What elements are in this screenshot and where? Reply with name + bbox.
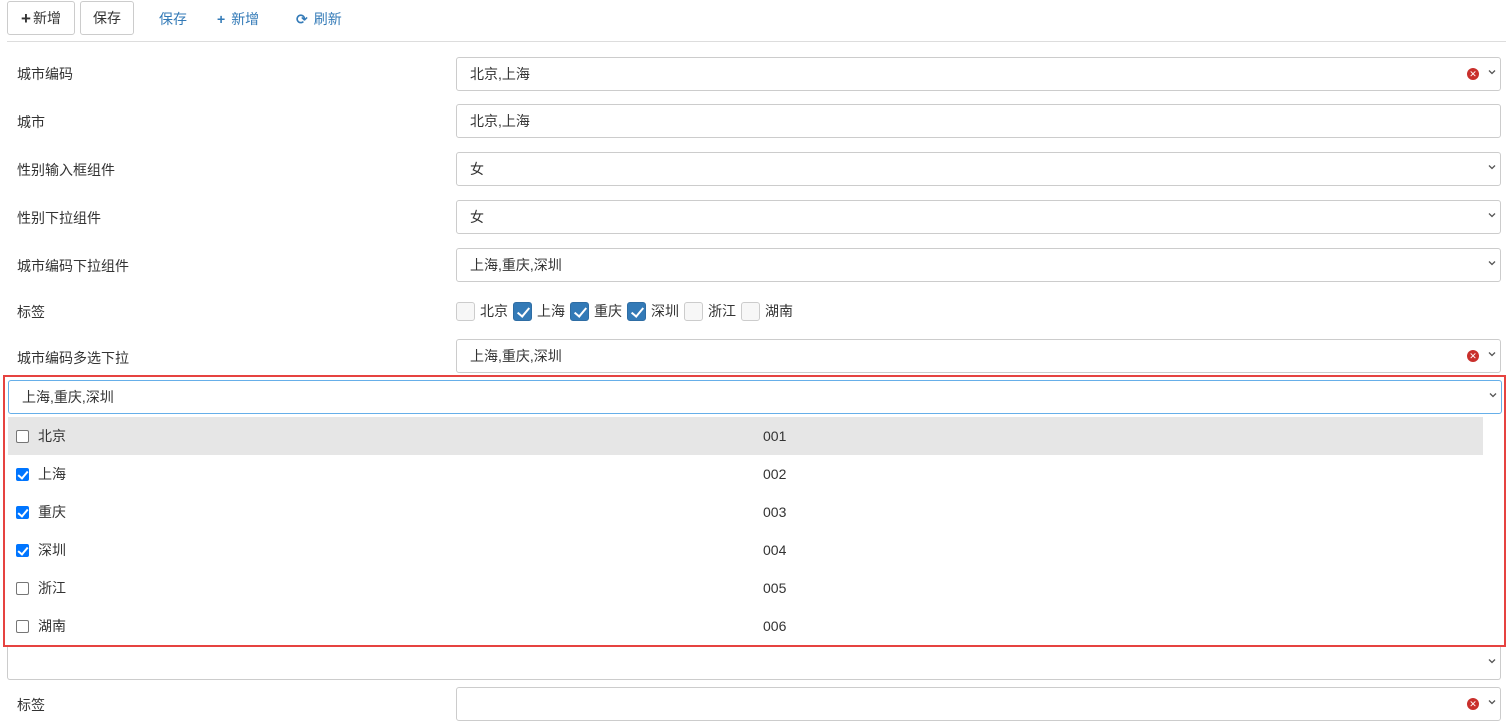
city-value: 北京,上海 [470,113,530,129]
item-name: 湖南 [38,618,66,634]
refresh-icon: ⟳ [296,10,308,27]
item-checkbox[interactable] [16,429,29,443]
item-name: 深圳 [38,542,66,558]
refresh-link[interactable]: ⟳ 刷新 [296,9,342,29]
item-code: 003 [763,504,787,520]
plus-icon: + [217,11,226,27]
item-code: 005 [763,580,787,596]
list-item[interactable]: 浙江 005 [8,569,1483,607]
toolbar: + 新增 保存 保存 + 新增 ⟳ 刷新 [0,0,1506,40]
item-code: 002 [763,466,787,482]
add-link[interactable]: + 新增 [217,9,259,29]
empty-select[interactable] [7,647,1501,680]
add-link-label: 新增 [231,11,260,27]
tag-checkbox-beijing[interactable] [456,301,475,321]
dropdown-value: 上海,重庆,深圳 [22,389,114,405]
toolbar-divider [7,41,1506,42]
chevron-down-icon [1488,163,1496,171]
city-code-multi-select[interactable]: 上海,重庆,深圳 ✕ [456,339,1501,373]
city-code-label: 城市编码 [17,66,73,82]
city-code-select[interactable]: 北京,上海 ✕ [456,57,1501,91]
plus-icon: + [21,8,31,28]
item-name: 重庆 [38,504,66,520]
list-item[interactable]: 深圳 004 [8,531,1483,569]
city-code-multi-value: 上海,重庆,深圳 [470,348,562,364]
tag-label: 上海 [537,303,565,319]
item-name: 浙江 [38,580,66,596]
clear-icon[interactable]: ✕ [1467,68,1479,80]
city-input[interactable]: 北京,上海 [456,104,1501,138]
tag-label: 深圳 [651,303,679,319]
city-code-multi-label: 城市编码多选下拉 [17,350,129,366]
city-code-select-label: 城市编码下拉组件 [17,258,129,274]
chevron-down-icon [1488,657,1496,665]
item-checkbox[interactable] [16,543,29,557]
item-checkbox[interactable] [16,581,29,595]
clear-icon[interactable]: ✕ [1467,698,1479,710]
item-name: 上海 [38,466,66,482]
tag-checkbox-hunan[interactable] [741,301,760,321]
gender-select-label: 性别下拉组件 [17,210,101,226]
chevron-down-icon [1488,698,1496,706]
gender-input-select[interactable]: 女 [456,152,1501,186]
list-item[interactable]: 重庆 003 [8,493,1483,531]
city-label: 城市 [17,114,45,130]
tag-checkbox-shenzhen[interactable] [627,301,646,321]
tag-label: 北京 [480,303,508,319]
save-link-label: 保存 [159,11,187,27]
list-item[interactable]: 湖南 006 [8,607,1483,645]
add-button-label: 新增 [32,10,61,26]
chevron-down-icon [1488,211,1496,219]
dropdown-list: 北京 001 上海 002 重庆 003 深圳 004 浙江 005 湖南 00… [8,417,1483,645]
tag-label: 湖南 [765,303,793,319]
gender-input-label: 性别输入框组件 [17,162,115,178]
gender-input-value: 女 [470,161,484,177]
list-item[interactable]: 北京 001 [8,417,1483,455]
chevron-down-icon [1489,391,1497,399]
tags2-select[interactable]: ✕ [456,687,1501,721]
tags-label: 标签 [17,304,45,320]
city-code-dropdown-value: 上海,重庆,深圳 [470,257,562,273]
clear-icon[interactable]: ✕ [1467,350,1479,362]
save-button[interactable]: 保存 [80,1,134,35]
gender-select-value: 女 [470,209,484,225]
tag-label: 浙江 [708,303,736,319]
tag-checkbox-chongqing[interactable] [570,301,589,321]
item-code: 001 [763,428,787,444]
city-code-value: 北京,上海 [470,66,530,82]
tags-checkbox-group: 北京 上海 重庆 深圳 浙江 湖南 [456,300,798,322]
tag-checkbox-shanghai[interactable] [513,301,532,321]
multi-select-dropdown-panel: 上海,重庆,深圳 北京 001 上海 002 重庆 003 深圳 004 浙江 … [3,375,1506,647]
chevron-down-icon [1488,350,1496,358]
tags2-label: 标签 [17,697,45,713]
tag-label: 重庆 [594,303,622,319]
refresh-link-label: 刷新 [313,11,342,27]
chevron-down-icon [1488,68,1496,76]
city-code-dropdown[interactable]: 上海,重庆,深圳 [456,248,1501,282]
add-button[interactable]: + 新增 [7,1,75,35]
item-code: 004 [763,542,787,558]
item-name: 北京 [38,428,66,444]
tag-checkbox-zhejiang[interactable] [684,301,703,321]
chevron-down-icon [1488,259,1496,267]
item-checkbox[interactable] [16,505,29,519]
dropdown-input[interactable]: 上海,重庆,深圳 [8,380,1502,414]
gender-select[interactable]: 女 [456,200,1501,234]
item-code: 006 [763,618,787,634]
save-link[interactable]: 保存 [159,9,187,29]
item-checkbox[interactable] [16,619,29,633]
list-item[interactable]: 上海 002 [8,455,1483,493]
save-button-label: 保存 [93,10,121,26]
item-checkbox[interactable] [16,467,29,481]
